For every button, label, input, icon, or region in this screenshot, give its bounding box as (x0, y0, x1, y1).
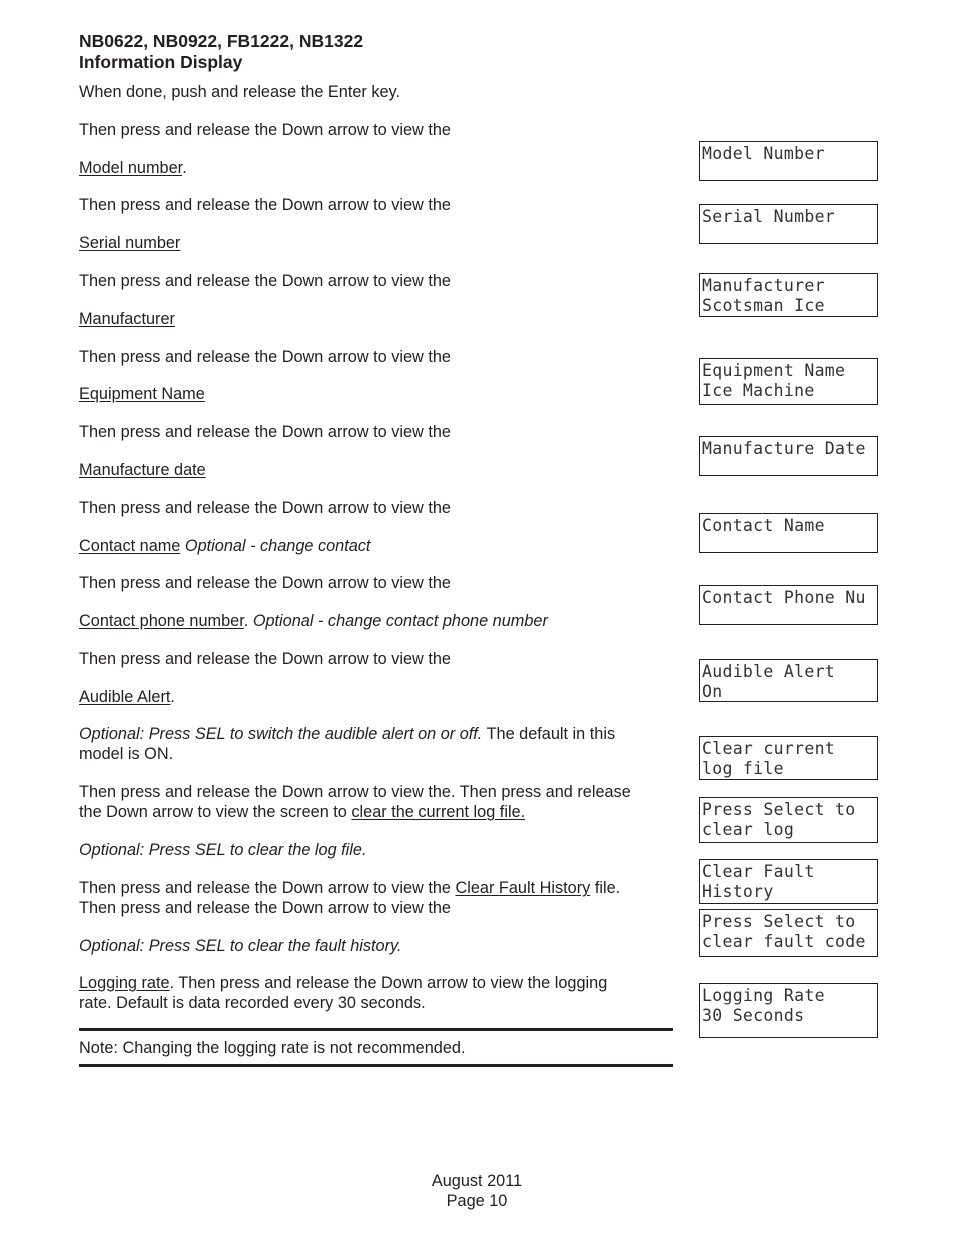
lcd-line1: Equipment Name (702, 361, 846, 380)
equipment-name-link: Equipment Name (79, 385, 205, 403)
lcd-screen-press-select-clear-log: Press Select to clear log (699, 797, 878, 843)
audible-alert-item: Audible Alert. (79, 687, 175, 707)
lcd-line1: Clear Fault (702, 862, 815, 881)
lcd-screen-audible-alert: Audible Alert On (699, 659, 878, 702)
note-bottom-rule (79, 1064, 673, 1067)
step-text: Then press and release the Down arrow to… (79, 196, 451, 214)
clear-log-line2: the Down arrow to view the screen to cle… (79, 802, 525, 822)
contact-phone-link: Contact phone number (79, 612, 244, 630)
fault-prefix: Then press and release the Down arrow to… (79, 879, 456, 897)
document-models-heading: NB0622, NB0922, FB1222, NB1322 (79, 31, 364, 51)
punctuation: . (243, 612, 249, 630)
note-top-rule (79, 1028, 673, 1031)
lcd-screen-contact-name: Contact Name (699, 513, 878, 553)
manufacturer-link: Manufacturer (79, 310, 175, 328)
logging-line1: Logging rate. Then press and release the… (79, 973, 607, 993)
punctuation: . (170, 688, 175, 706)
serial-number-link: Serial number (79, 234, 181, 252)
contact-name-link: Contact name (79, 537, 181, 555)
logging-rest: . Then press and release the Down arrow … (169, 974, 608, 992)
lcd-line2: clear fault code (702, 931, 866, 951)
lcd-screen-contact-phone: Contact Phone Nu (699, 585, 878, 625)
lcd-screen-clear-current-log: Clear current log file (699, 736, 878, 780)
lcd-line2: On (702, 681, 723, 701)
lcd-line2: Scotsman Ice (702, 295, 825, 315)
step-text: Then press and release the Down arrow to… (79, 348, 451, 366)
lcd-screen-model-number: Model Number (699, 141, 878, 181)
step-text: Then press and release the Down arrow to… (79, 423, 451, 441)
lcd-line1: Clear current (702, 739, 836, 758)
punctuation: . (182, 159, 187, 177)
lcd-line1: Audible Alert (702, 662, 836, 681)
lcd-line1: Manufacture Date (702, 439, 866, 458)
lcd-line2: clear log (702, 819, 795, 839)
clear-log-line1: Then press and release the Down arrow to… (79, 783, 631, 801)
logging-rate-link: Logging rate (79, 974, 170, 992)
fault-optional: Optional: Press SEL to clear the fault h… (79, 937, 402, 955)
lcd-line1: Contact Phone Nu (702, 588, 866, 607)
audible-optional-text: Optional: Press SEL to switch the audibl… (79, 724, 615, 744)
lcd-line2: 30 Seconds (702, 1005, 805, 1025)
lcd-line1: Logging Rate (702, 986, 825, 1005)
fault-line2: Then press and release the Down arrow to… (79, 899, 451, 917)
lcd-screen-equipment-name: Equipment Name Ice Machine (699, 358, 878, 405)
fault-suffix: file. (590, 879, 621, 897)
step-text: Then press and release the Down arrow to… (79, 499, 451, 517)
step-text: Then press and release the Down arrow to… (79, 574, 451, 592)
lcd-screen-press-select-clear-fault: Press Select to clear fault code (699, 909, 878, 957)
footer-date: August 2011 (431, 1172, 523, 1190)
lcd-line2: Ice Machine (702, 380, 815, 400)
section-title: Information Display (79, 52, 243, 72)
lcd-screen-manufacture-date: Manufacture Date (699, 436, 878, 476)
audible-default-text: The default in this (482, 725, 616, 743)
footer-page-number: Page 10 (446, 1192, 508, 1210)
logging-line2: rate. Default is data recorded every 30 … (79, 994, 426, 1012)
contact-phone-item: Contact phone number. Optional - change … (79, 611, 548, 631)
lcd-line1: Serial Number (702, 207, 836, 226)
lcd-screen-logging-rate: Logging Rate 30 Seconds (699, 983, 878, 1038)
lcd-line1: Contact Name (702, 516, 825, 535)
step-text: Then press and release the Down arrow to… (79, 650, 451, 668)
lcd-screen-serial-number: Serial Number (699, 204, 878, 244)
audible-optional-italic: Optional: Press SEL to switch the audibl… (79, 725, 483, 743)
lcd-line1: Model Number (702, 144, 825, 163)
clear-log-prefix: the Down arrow to view the screen to (79, 803, 352, 821)
audible-default-line2: model is ON. (79, 745, 174, 763)
clear-fault-history-link: Clear Fault History (455, 879, 591, 897)
lcd-line2: log file (702, 758, 784, 778)
contact-phone-optional: Optional - change contact phone number (252, 612, 548, 630)
audible-alert-link: Audible Alert (79, 688, 171, 706)
lcd-screen-manufacturer: Manufacturer Scotsman Ice (699, 273, 878, 317)
step-text: Then press and release the Down arrow to… (79, 272, 451, 290)
note-text: Note: Changing the logging rate is not r… (79, 1039, 466, 1057)
contact-name-item: Contact name Optional - change contact (79, 536, 370, 556)
clear-log-link: clear the current log file. (351, 803, 526, 821)
manufacture-date-link: Manufacture date (79, 461, 206, 479)
lcd-line1: Press Select to (702, 912, 856, 931)
lcd-line1: Manufacturer (702, 276, 825, 295)
clear-log-optional: Optional: Press SEL to clear the log fil… (79, 841, 367, 859)
lcd-line2: History (702, 881, 774, 901)
contact-name-optional: Optional - change contact (184, 537, 371, 555)
model-number-link: Model number (79, 159, 183, 177)
lcd-line1: Press Select to (702, 800, 856, 819)
fault-line1: Then press and release the Down arrow to… (79, 878, 620, 898)
intro-text: When done, push and release the Enter ke… (79, 83, 401, 101)
model-number-item: Model number. (79, 158, 187, 178)
step-text: Then press and release the Down arrow to… (79, 121, 451, 139)
lcd-screen-clear-fault-history: Clear Fault History (699, 859, 878, 904)
